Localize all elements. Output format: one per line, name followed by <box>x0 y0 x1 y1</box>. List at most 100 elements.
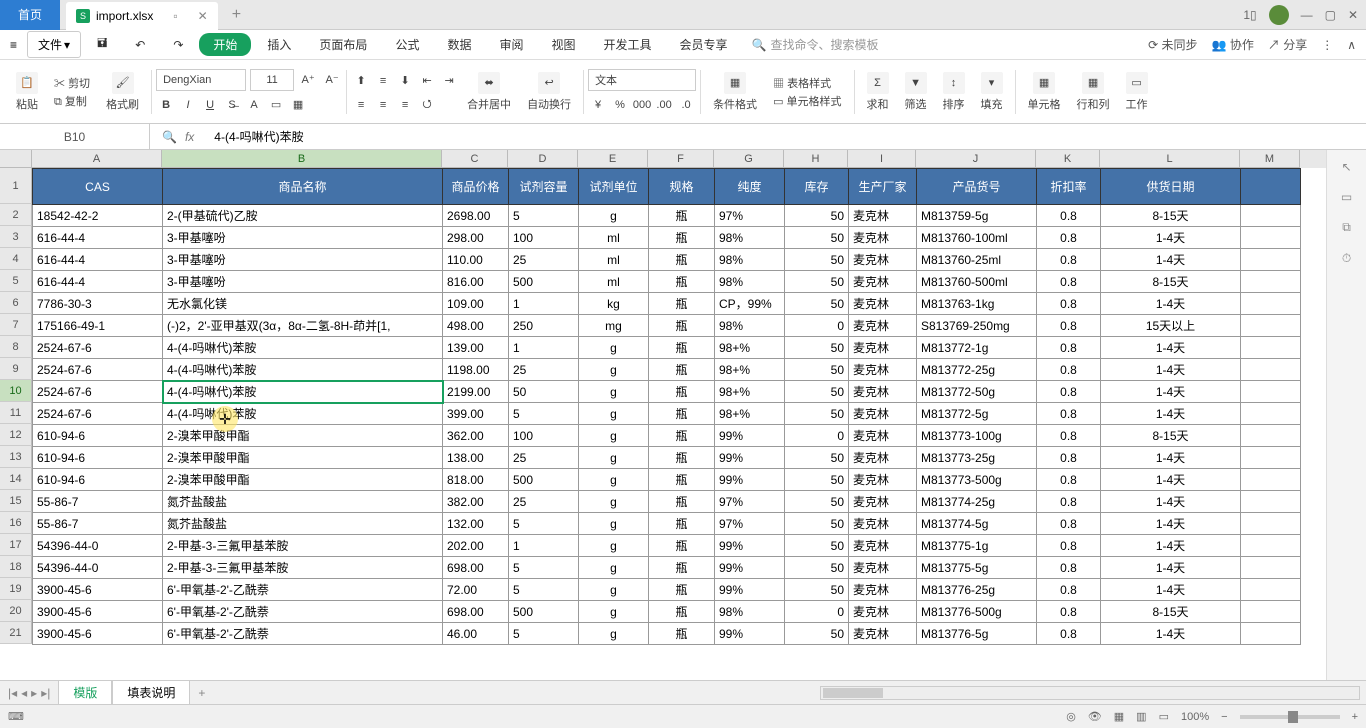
cell[interactable] <box>1241 579 1301 601</box>
zoom-in-icon[interactable]: + <box>1352 711 1358 723</box>
cell[interactable]: 50 <box>785 469 849 491</box>
header-cell[interactable]: 折扣率 <box>1037 169 1101 205</box>
align-top-icon[interactable]: ⬆ <box>351 71 371 91</box>
cell[interactable]: 0.8 <box>1037 601 1101 623</box>
cell[interactable]: g <box>579 403 649 425</box>
cell[interactable]: 18542-42-2 <box>33 205 163 227</box>
cell[interactable]: 1-4天 <box>1101 403 1241 425</box>
cell[interactable]: 500 <box>509 469 579 491</box>
cell[interactable]: 5 <box>509 623 579 645</box>
cell[interactable]: 麦克林 <box>849 513 917 535</box>
file-tab[interactable]: S import.xlsx ▫ ✕ <box>66 2 218 30</box>
cell[interactable] <box>1241 557 1301 579</box>
menu-data[interactable]: 数据 <box>435 32 483 57</box>
sheet-first-icon[interactable]: |◂ <box>8 686 17 700</box>
cell[interactable]: 0.8 <box>1037 403 1101 425</box>
cell[interactable]: 0.8 <box>1037 557 1101 579</box>
formula-input[interactable]: 4-(4-吗啉代)苯胺 <box>206 128 1366 145</box>
cell[interactable]: 97% <box>715 491 785 513</box>
horizontal-scrollbar[interactable] <box>820 686 1360 700</box>
cell[interactable]: 1-4天 <box>1101 469 1241 491</box>
new-tab-button[interactable]: + <box>232 6 241 24</box>
align-mid-icon[interactable]: ≡ <box>373 71 393 91</box>
col-header-C[interactable]: C <box>442 150 508 168</box>
cell[interactable] <box>1241 403 1301 425</box>
quick-undo-icon[interactable]: ↶ <box>123 34 157 56</box>
cell[interactable]: M813775-1g <box>917 535 1037 557</box>
row-header-13[interactable]: 13 <box>0 446 32 468</box>
cell[interactable]: 50 <box>785 205 849 227</box>
row-header-12[interactable]: 12 <box>0 424 32 446</box>
cell[interactable]: 55-86-7 <box>33 491 163 513</box>
cell[interactable]: M813773-25g <box>917 447 1037 469</box>
cell[interactable]: 瓶 <box>649 403 715 425</box>
cell[interactable]: 0.8 <box>1037 579 1101 601</box>
cell[interactable] <box>1241 601 1301 623</box>
cell[interactable]: 1-4天 <box>1101 579 1241 601</box>
cell[interactable]: 3900-45-6 <box>33 623 163 645</box>
cell[interactable]: 54396-44-0 <box>33 557 163 579</box>
cell[interactable]: 46.00 <box>443 623 509 645</box>
cell[interactable]: 4-(4-吗啉代)苯胺 <box>163 359 443 381</box>
cell[interactable]: 2-甲基-3-三氟甲基苯胺 <box>163 535 443 557</box>
cell[interactable]: 麦克林 <box>849 557 917 579</box>
currency-icon[interactable]: ¥ <box>588 95 608 115</box>
cell[interactable] <box>1241 491 1301 513</box>
dec-dec-icon[interactable]: .0 <box>676 95 696 115</box>
cell[interactable]: 1-4天 <box>1101 249 1241 271</box>
row-header-15[interactable]: 15 <box>0 490 32 512</box>
cell[interactable]: 0.8 <box>1037 491 1101 513</box>
cell[interactable]: 麦克林 <box>849 337 917 359</box>
header-cell[interactable]: 规格 <box>649 169 715 205</box>
cell[interactable]: 2-甲基-3-三氟甲基苯胺 <box>163 557 443 579</box>
header-cell[interactable]: 生产厂家 <box>849 169 917 205</box>
add-sheet-icon[interactable]: + <box>198 686 205 700</box>
cell[interactable]: g <box>579 337 649 359</box>
cell[interactable]: 7786-30-3 <box>33 293 163 315</box>
view-page-icon[interactable]: ▥ <box>1136 710 1146 723</box>
cell[interactable]: 139.00 <box>443 337 509 359</box>
merge-icon[interactable]: ⬌ <box>478 72 500 94</box>
sheet-icon[interactable]: ▭ <box>1126 72 1148 94</box>
cell[interactable]: 3-甲基噻吩 <box>163 227 443 249</box>
header-cell[interactable]: 商品价格 <box>443 169 509 205</box>
cell[interactable]: 610-94-6 <box>33 469 163 491</box>
cell[interactable]: 72.00 <box>443 579 509 601</box>
cell[interactable]: 1-4天 <box>1101 359 1241 381</box>
sheet-tab-active[interactable]: 模版 <box>58 680 112 706</box>
cell[interactable]: 1-4天 <box>1101 623 1241 645</box>
cell[interactable]: 麦克林 <box>849 535 917 557</box>
increase-font-icon[interactable]: A⁺ <box>298 70 318 90</box>
cell[interactable]: g <box>579 491 649 513</box>
quick-redo-icon[interactable]: ↷ <box>161 34 195 56</box>
row-header-3[interactable]: 3 <box>0 226 32 248</box>
cell[interactable]: 0.8 <box>1037 513 1101 535</box>
clock-tool-icon[interactable]: ⏱ <box>1342 251 1351 266</box>
cell[interactable]: 瓶 <box>649 205 715 227</box>
cell[interactable] <box>1241 535 1301 557</box>
cell[interactable]: 麦克林 <box>849 447 917 469</box>
cell[interactable]: 0.8 <box>1037 381 1101 403</box>
cell[interactable]: 1-4天 <box>1101 491 1241 513</box>
cell[interactable]: 瓶 <box>649 601 715 623</box>
cell[interactable]: 0 <box>785 601 849 623</box>
cell[interactable]: 麦克林 <box>849 359 917 381</box>
unsync-button[interactable]: ⟳ 未同步 <box>1148 36 1197 53</box>
cell[interactable]: 8-15天 <box>1101 205 1241 227</box>
cell[interactable]: 无水氯化镁 <box>163 293 443 315</box>
strike-icon[interactable]: S̶ <box>222 95 242 115</box>
cell[interactable]: 3-甲基噻吩 <box>163 271 443 293</box>
cell[interactable]: 麦克林 <box>849 425 917 447</box>
cell[interactable]: 50 <box>785 513 849 535</box>
cell[interactable]: 99% <box>715 447 785 469</box>
row-header-8[interactable]: 8 <box>0 336 32 358</box>
cell[interactable]: 5 <box>509 557 579 579</box>
row-header-4[interactable]: 4 <box>0 248 32 270</box>
row-headers[interactable]: 123456789101112131415161718192021 <box>0 168 32 644</box>
row-header-9[interactable]: 9 <box>0 358 32 380</box>
cell[interactable]: M813776-500g <box>917 601 1037 623</box>
cell[interactable]: 2199.00 <box>443 381 509 403</box>
col-header-H[interactable]: H <box>784 150 848 168</box>
cell[interactable]: 瓶 <box>649 579 715 601</box>
cell[interactable]: 麦克林 <box>849 271 917 293</box>
